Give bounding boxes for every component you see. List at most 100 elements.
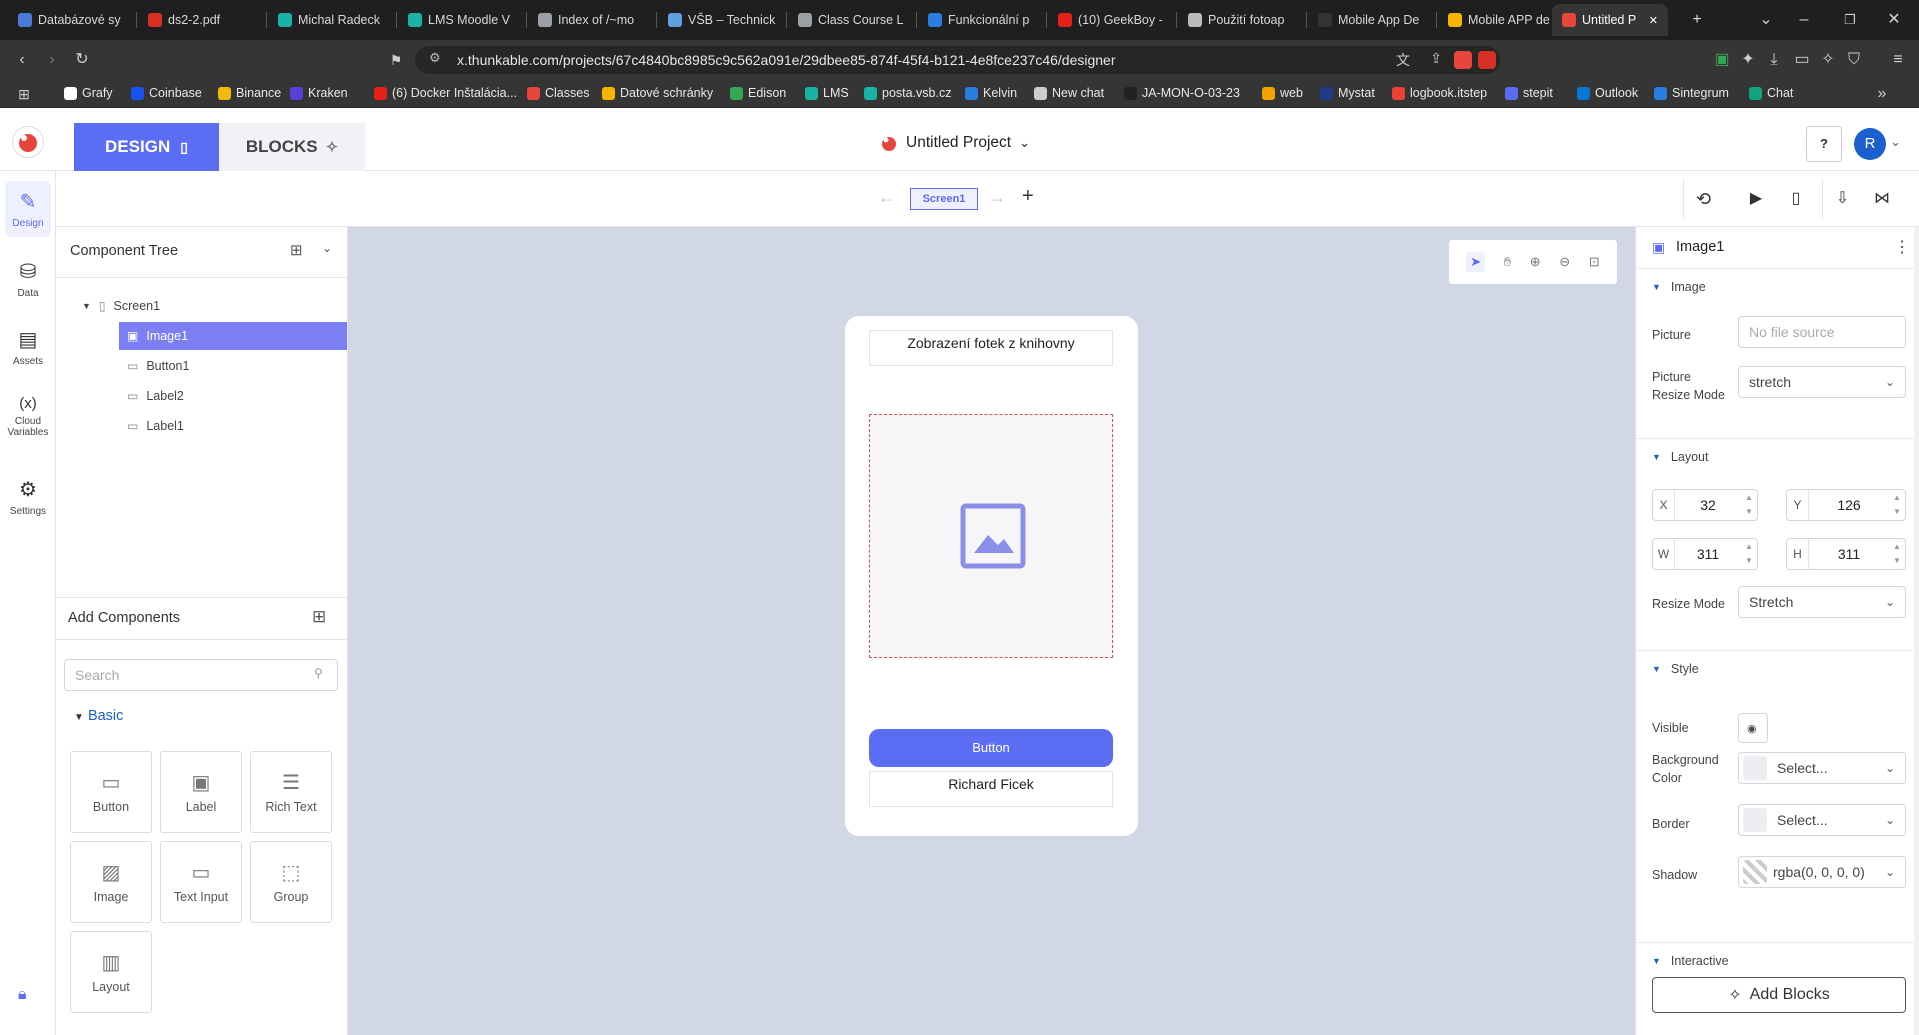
bookmark-item[interactable]: Datové schránky [602, 86, 713, 100]
phone-button[interactable]: Button [869, 729, 1113, 767]
blocks-tab[interactable]: BLOCKS ✧ [219, 123, 365, 171]
tree-item[interactable]: ▼ ▯ Screen1 [82, 292, 342, 320]
add-screen-tree-icon[interactable]: ⊞ [290, 241, 303, 259]
rail-settings[interactable]: ⚙ Settings [0, 477, 56, 517]
browser-tab[interactable]: Mobile App De [1308, 4, 1432, 36]
stepper-icon[interactable]: ▲ ▼ [1741, 491, 1757, 519]
add-screen-icon[interactable]: + [1022, 185, 1034, 208]
url-field[interactable]: ⚙ x.thunkable.com/projects/67c4840bc8985… [415, 46, 1500, 74]
more-bookmarks-icon[interactable]: » [1870, 80, 1894, 108]
next-screen-icon[interactable]: → [988, 187, 1006, 208]
back-icon[interactable]: ‹ [8, 46, 36, 74]
bookmark-item[interactable]: Kraken [290, 86, 348, 100]
add-blocks-button[interactable]: ✧ Add Blocks [1652, 977, 1906, 1013]
bookmark-item[interactable]: Sintegrum [1654, 86, 1729, 100]
preview-phone-icon[interactable]: ▯ [1776, 179, 1816, 219]
bookmark-item[interactable]: Classes [527, 86, 589, 100]
lock-icon[interactable]: 🔒︎ [18, 986, 27, 1004]
bookmark-item[interactable]: Edison [730, 86, 786, 100]
component-button[interactable]: ▭ Button [70, 751, 152, 833]
bookmark-item[interactable]: New chat [1034, 86, 1104, 100]
w-input[interactable]: W 311 ▲ ▼ [1652, 538, 1758, 570]
history-icon[interactable]: ⟲ [1683, 179, 1723, 219]
style-section-toggle[interactable]: ▼ Style [1636, 650, 1919, 686]
extensions-icon[interactable]: ✦ [1736, 46, 1760, 74]
browser-tab[interactable]: Použití fotoap [1178, 4, 1302, 36]
reload-icon[interactable]: ↻ [68, 46, 96, 74]
bookmark-item[interactable]: LMS [805, 86, 849, 100]
menu-icon[interactable]: ≡ [1886, 46, 1910, 74]
component-text-input[interactable]: ▭ Text Input [160, 841, 242, 923]
share-project-icon[interactable]: ⋈ [1862, 179, 1902, 219]
basic-category-toggle[interactable]: ▼ Basic [74, 708, 123, 724]
prev-screen-icon[interactable]: ← [878, 187, 896, 208]
tree-item[interactable]: ▭ Label2 [119, 382, 347, 410]
picture-source-field[interactable]: No file source [1738, 316, 1906, 348]
browser-tab[interactable]: Class Course L [788, 4, 912, 36]
avatar[interactable]: R [1854, 128, 1886, 160]
x-input[interactable]: X 32 ▲ ▼ [1652, 489, 1758, 521]
leo-ai-icon[interactable]: ✧ [1816, 46, 1840, 74]
label-bottom[interactable]: Richard Ficek [869, 771, 1113, 807]
stepper-icon[interactable]: ▲ ▼ [1889, 491, 1905, 519]
tree-item[interactable]: ▭ Button1 [119, 352, 347, 380]
vpn-icon[interactable]: ⛉ [1842, 46, 1866, 74]
cursor-icon[interactable]: ➤ [1466, 252, 1486, 272]
bookmark-item[interactable]: web [1262, 86, 1303, 100]
help-icon[interactable]: ? [1806, 126, 1842, 162]
tree-item[interactable]: ▭ Label1 [119, 412, 347, 440]
layout-section-toggle[interactable]: ▼ Layout [1636, 438, 1919, 474]
minimize-icon[interactable]: – [1790, 6, 1818, 34]
component-layout[interactable]: ▥ Layout [70, 931, 152, 1013]
bookmark-item[interactable]: (6) Docker Inštalácia... [374, 86, 517, 100]
preview-web-icon[interactable]: ▶ [1736, 179, 1776, 219]
close-window-icon[interactable]: ✕ [1880, 6, 1908, 34]
picture-resize-select[interactable]: stretch ⌄ [1738, 366, 1906, 398]
image-section-toggle[interactable]: ▼ Image [1636, 268, 1919, 304]
bookmark-item[interactable]: Mystat [1320, 86, 1375, 100]
tree-collapse-icon[interactable]: ⌄ [322, 241, 332, 255]
image-placeholder[interactable] [869, 414, 1113, 658]
browser-tab[interactable]: Databázové sy [8, 4, 132, 36]
close-tab-icon[interactable]: ✕ [1649, 14, 1658, 27]
label-top[interactable]: Zobrazení fotek z knihovny [869, 330, 1113, 366]
new-tab-icon[interactable]: + [1683, 6, 1711, 34]
hand-icon[interactable]: ✋︎ [1504, 254, 1511, 270]
fit-screen-icon[interactable]: ⊡ [1589, 254, 1600, 270]
download-app-icon[interactable]: ⇩ [1822, 179, 1862, 219]
stepper-icon[interactable]: ▲ ▼ [1889, 540, 1905, 568]
scrollbar[interactable] [1914, 227, 1919, 1035]
browser-tab[interactable]: Untitled P ✕ [1552, 4, 1668, 36]
browser-tab[interactable]: LMS Moodle V [398, 4, 522, 36]
wallet-icon[interactable]: ▭ [1790, 46, 1814, 74]
stepper-icon[interactable]: ▲ ▼ [1741, 540, 1757, 568]
bookmark-item[interactable]: logbook.itstep [1392, 86, 1487, 100]
extension-icon[interactable]: ▣ [1710, 46, 1734, 74]
bookmark-item[interactable]: Chat [1749, 86, 1793, 100]
thunkable-logo[interactable] [12, 126, 44, 158]
bookmark-item[interactable]: stepit [1505, 86, 1553, 100]
share-icon[interactable]: ⇪ [1430, 50, 1442, 67]
border-select[interactable]: Select... ⌄ [1738, 804, 1906, 836]
bookmark-item[interactable]: JA-MON-O-03-23 [1124, 86, 1240, 100]
component-group[interactable]: ⬚ Group [250, 841, 332, 923]
component-rich-text[interactable]: ☰ Rich Text [250, 751, 332, 833]
bookmark-item[interactable]: Grafy [64, 86, 113, 100]
site-info-icon[interactable]: ⚙ [429, 50, 441, 66]
browser-tab[interactable]: Michal Radeck [268, 4, 392, 36]
download-icon[interactable]: ⤓ [1762, 46, 1786, 74]
component-image[interactable]: ▨ Image [70, 841, 152, 923]
browser-tab[interactable]: Funkcionální p [918, 4, 1042, 36]
browser-tab[interactable]: Mobile APP de [1438, 4, 1562, 36]
browser-tab[interactable]: (10) GeekBoy - [1048, 4, 1172, 36]
browser-tab[interactable]: ds2-2.pdf [138, 4, 262, 36]
tree-item[interactable]: ▣ Image1 [119, 322, 347, 350]
screen-selector[interactable]: Screen1 [910, 188, 978, 210]
more-options-icon[interactable]: ⋮ [1894, 237, 1910, 257]
h-input[interactable]: H 311 ▲ ▼ [1786, 538, 1906, 570]
bookmark-item[interactable]: posta.vsb.cz [864, 86, 951, 100]
restore-icon[interactable]: ❐ [1836, 6, 1864, 34]
visibility-toggle[interactable]: ◉ [1738, 713, 1768, 743]
component-label[interactable]: ▣ Label [160, 751, 242, 833]
apps-icon[interactable]: ⊞ [12, 80, 36, 108]
